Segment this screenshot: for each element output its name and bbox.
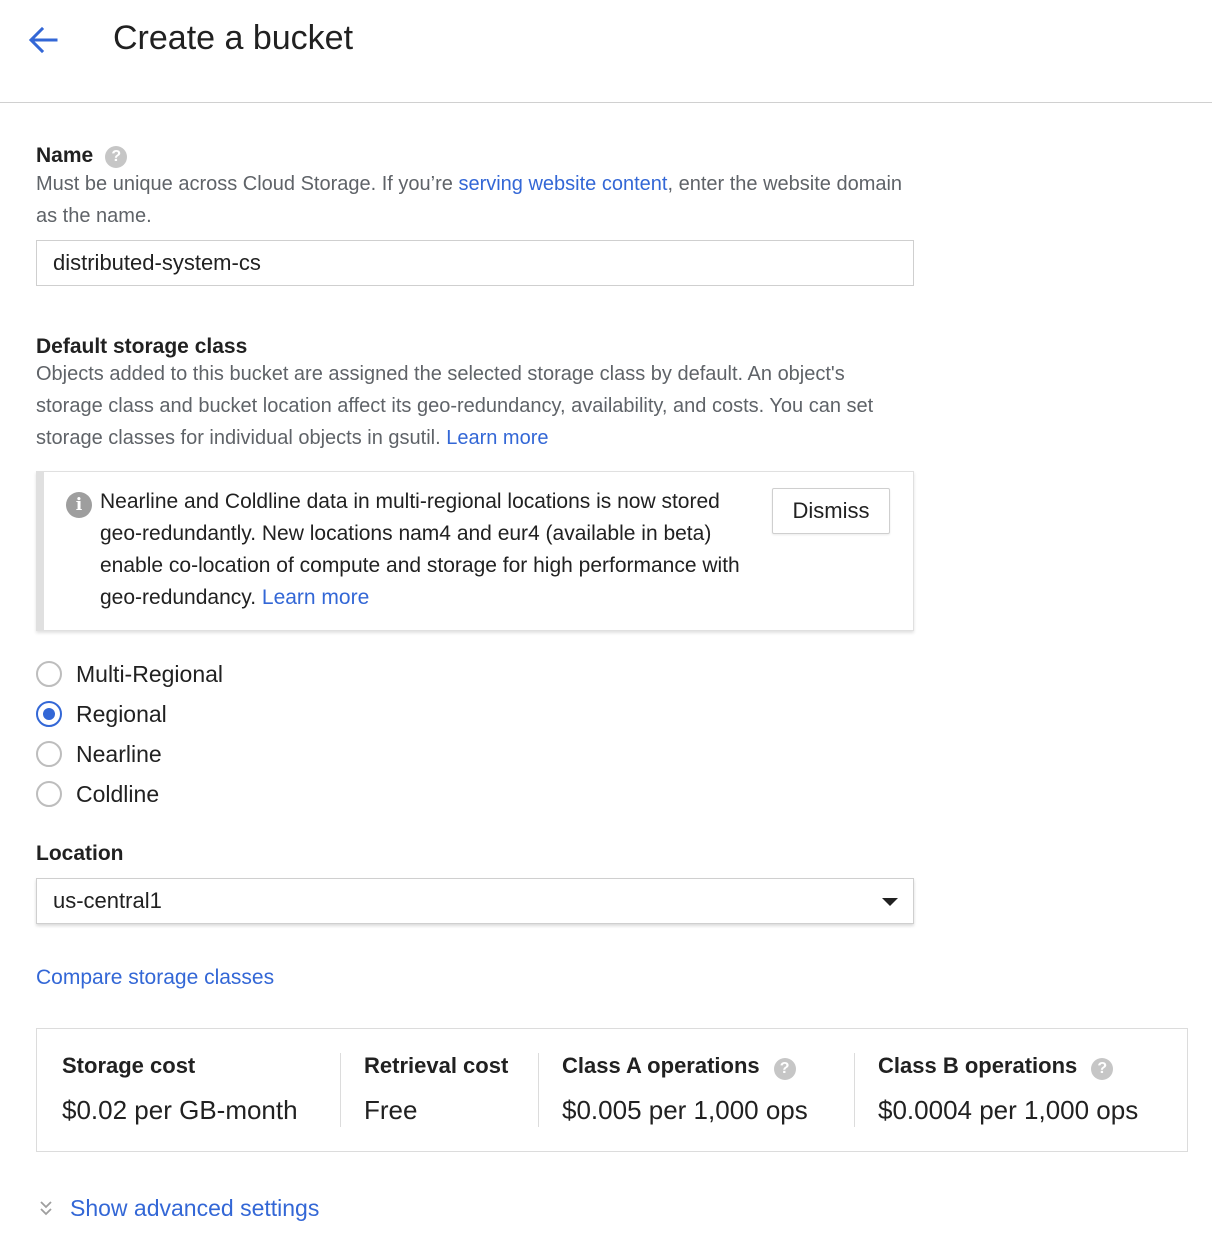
storage-class-description: Objects added to this bucket are assigne… — [36, 358, 916, 454]
show-advanced-settings-label: Show advanced settings — [70, 1194, 320, 1221]
info-banner-text: Nearline and Coldline data in multi-regi… — [100, 486, 740, 614]
cost-value: $0.02 per GB-month — [62, 1095, 298, 1125]
divider — [538, 1053, 539, 1127]
radio-coldline[interactable]: Coldline — [36, 778, 159, 810]
name-label: Name — [36, 144, 94, 167]
page-header: Create a bucket — [0, 0, 1212, 103]
radio-label: Nearline — [76, 740, 162, 767]
info-banner: i Nearline and Coldline data in multi-re… — [36, 471, 914, 631]
learn-more-link[interactable]: Learn more — [446, 427, 548, 449]
radio-label: Multi-Regional — [76, 660, 224, 687]
compare-storage-classes-link[interactable]: Compare storage classes — [36, 966, 274, 990]
info-learn-more-link[interactable]: Learn more — [262, 586, 369, 609]
name-section-label: Name? — [36, 143, 128, 169]
divider — [340, 1053, 341, 1127]
name-description-text: Must be unique across Cloud Storage. If … — [36, 173, 459, 195]
radio-regional[interactable]: Regional — [36, 698, 167, 730]
radio-button[interactable] — [36, 781, 62, 807]
arrow-left-icon — [28, 26, 58, 54]
location-select-value: us-central1 — [53, 888, 162, 913]
cost-title: Storage cost — [62, 1053, 196, 1078]
help-icon[interactable]: ? — [1091, 1058, 1114, 1080]
caret-down-icon — [882, 898, 898, 906]
help-icon[interactable]: ? — [773, 1058, 796, 1080]
cost-title-row: Class B operations? — [878, 1053, 1114, 1080]
radio-multi-regional[interactable]: Multi-Regional — [36, 658, 223, 690]
dismiss-button[interactable]: Dismiss — [772, 488, 890, 534]
storage-class-label: Default storage class — [36, 335, 248, 358]
cost-title: Retrieval cost — [364, 1053, 509, 1078]
location-label: Location — [36, 842, 124, 865]
double-chevron-down-icon — [40, 1201, 52, 1216]
cost-title: Class B operations — [878, 1053, 1078, 1078]
help-icon[interactable]: ? — [105, 146, 128, 168]
radio-label: Coldline — [76, 780, 160, 807]
radio-label: Regional — [76, 700, 167, 727]
bucket-name-input[interactable]: distributed-system-cs — [36, 240, 914, 286]
cost-value: Free — [364, 1095, 418, 1125]
name-description: Must be unique across Cloud Storage. If … — [36, 168, 916, 232]
location-select[interactable]: us-central1 — [36, 878, 914, 924]
show-advanced-settings[interactable]: Show advanced settings — [36, 1190, 319, 1226]
cost-title-row: Class A operations? — [562, 1053, 796, 1080]
cost-value: $0.0004 per 1,000 ops — [878, 1095, 1139, 1125]
cost-title: Class A operations — [562, 1053, 760, 1078]
cost-value: $0.005 per 1,000 ops — [562, 1095, 808, 1125]
info-banner-message: Nearline and Coldline data in multi-regi… — [100, 490, 740, 609]
back-button[interactable] — [22, 20, 68, 60]
radio-button[interactable] — [36, 661, 62, 687]
radio-button[interactable] — [36, 741, 62, 767]
radio-nearline[interactable]: Nearline — [36, 738, 162, 770]
page-title: Create a bucket — [113, 19, 354, 57]
info-icon: i — [66, 492, 92, 518]
serving-website-content-link[interactable]: serving website content — [458, 173, 667, 195]
radio-button-selected[interactable] — [36, 701, 62, 727]
cost-summary: Storage cost $0.02 per GB-month Retrieva… — [36, 1028, 1188, 1152]
divider — [854, 1053, 855, 1127]
